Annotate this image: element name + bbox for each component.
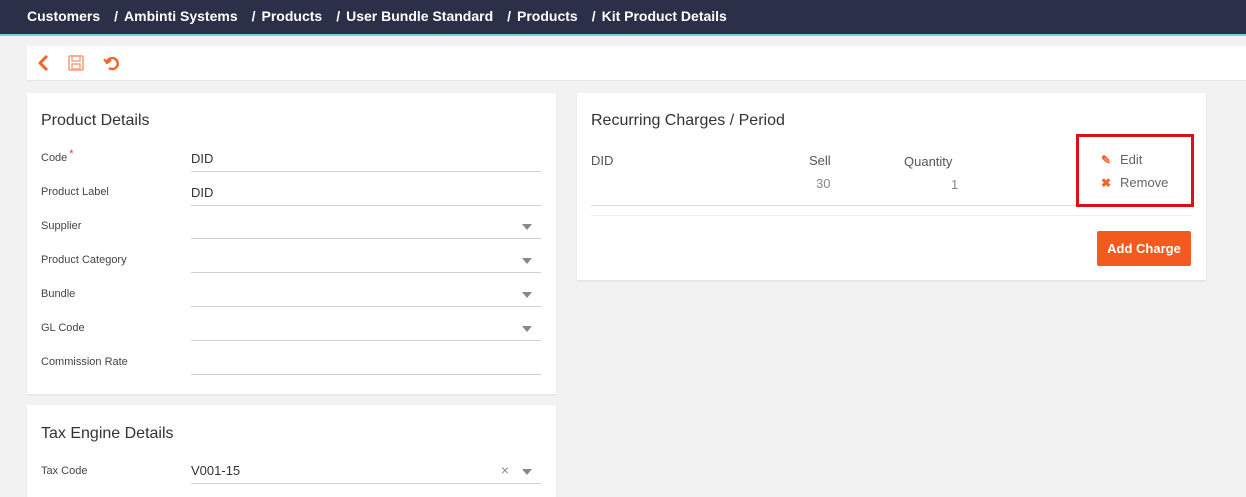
gl-code-row: GL Code	[41, 317, 541, 351]
charge-name: DID	[591, 153, 614, 168]
tax-code-row: Tax Code V001-15 ×	[41, 460, 541, 494]
product-category-row: Product Category	[41, 249, 541, 283]
bundle-row: Bundle	[41, 283, 541, 317]
breadcrumb-separator: /	[507, 8, 512, 24]
supplier-select[interactable]	[191, 215, 541, 239]
supplier-label: Supplier	[41, 220, 82, 232]
toolbar	[27, 46, 1246, 81]
bundle-label: Bundle	[41, 288, 76, 300]
breadcrumb-separator: /	[114, 8, 119, 24]
chevron-down-icon[interactable]	[522, 469, 532, 475]
required-marker: *	[69, 148, 74, 160]
bundle-select[interactable]	[191, 283, 541, 307]
top-nav-bar: Customers / Ambinti Systems / Products /…	[0, 0, 1246, 36]
commission-rate-row: Commission Rate	[41, 351, 541, 385]
tax-code-label: Tax Code	[41, 465, 88, 477]
breadcrumb-user-bundle-standard[interactable]: User Bundle Standard	[346, 8, 493, 24]
code-value: DID	[191, 151, 214, 166]
card-title: Tax Engine Details	[41, 425, 174, 442]
highlight-box	[1076, 134, 1194, 207]
code-label: Code *	[41, 148, 74, 164]
breadcrumb-separator: /	[336, 8, 341, 24]
undo-icon[interactable]	[103, 54, 121, 72]
code-row: Code * DID	[41, 148, 541, 182]
chevron-down-icon[interactable]	[522, 224, 532, 230]
code-field[interactable]: DID	[191, 148, 541, 172]
product-label-field[interactable]: DID	[191, 182, 541, 206]
card-title: Product Details	[41, 112, 150, 129]
breadcrumb-ambinti-systems[interactable]: Ambinti Systems	[124, 8, 238, 24]
add-charge-button[interactable]: Add Charge	[1097, 231, 1191, 266]
sell-value: 30	[816, 176, 831, 191]
product-details-card: Product Details Code * DID Product Label …	[27, 93, 556, 394]
tax-code-select[interactable]: V001-15 ×	[191, 460, 541, 484]
product-label-value: DID	[191, 185, 214, 200]
gl-code-label: GL Code	[41, 322, 85, 334]
tax-code-value: V001-15	[191, 463, 241, 478]
product-label-row: Product Label DID	[41, 182, 541, 216]
supplier-row: Supplier	[41, 215, 541, 249]
product-category-label: Product Category	[41, 254, 127, 266]
breadcrumb-separator: /	[591, 8, 596, 24]
product-label-label: Product Label	[41, 186, 109, 198]
divider	[591, 215, 1192, 216]
breadcrumb: Customers / Ambinti Systems / Products /…	[27, 8, 727, 24]
quantity-header: Quantity	[904, 154, 953, 169]
breadcrumb-customers[interactable]: Customers	[27, 8, 100, 24]
breadcrumb-products-2[interactable]: Products	[517, 8, 578, 24]
product-category-select[interactable]	[191, 249, 541, 273]
chevron-down-icon[interactable]	[522, 292, 532, 298]
quantity-value: 1	[951, 177, 959, 192]
breadcrumb-separator: /	[251, 8, 256, 24]
card-title: Recurring Charges / Period	[591, 112, 785, 129]
gl-code-select[interactable]	[191, 317, 541, 341]
chevron-left-icon[interactable]	[35, 54, 53, 72]
sell-header: Sell	[809, 153, 831, 168]
clear-icon[interactable]: ×	[501, 462, 509, 478]
breadcrumb-kit-product-details: Kit Product Details	[601, 8, 727, 24]
chevron-down-icon[interactable]	[522, 258, 532, 264]
commission-rate-field[interactable]	[191, 351, 541, 375]
floppy-disk-icon[interactable]	[67, 54, 85, 72]
breadcrumb-products[interactable]: Products	[262, 8, 323, 24]
commission-rate-label: Commission Rate	[41, 356, 128, 368]
tax-engine-card: Tax Engine Details Tax Code V001-15 ×	[27, 405, 556, 497]
chevron-down-icon[interactable]	[522, 326, 532, 332]
code-label-text: Code	[41, 152, 68, 164]
